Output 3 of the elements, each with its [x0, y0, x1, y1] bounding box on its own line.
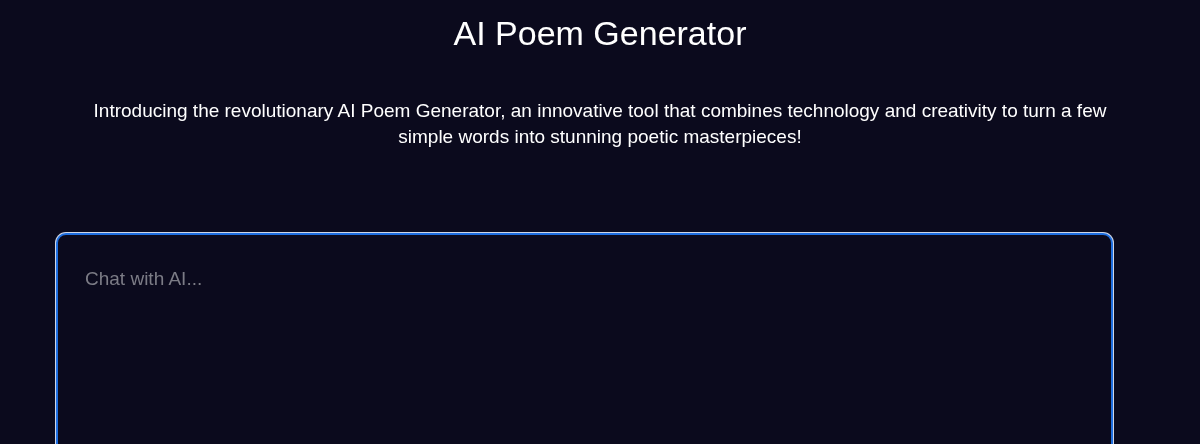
chat-input-field[interactable]: Chat with AI... — [56, 233, 1113, 444]
description-text: Introducing the revolutionary AI Poem Generator, an innovative tool that combines technology and creativity to turn a few simple words into stunning poetic masterpieces! — [92, 99, 1108, 149]
page-title: AI Poem Generator — [453, 13, 747, 54]
